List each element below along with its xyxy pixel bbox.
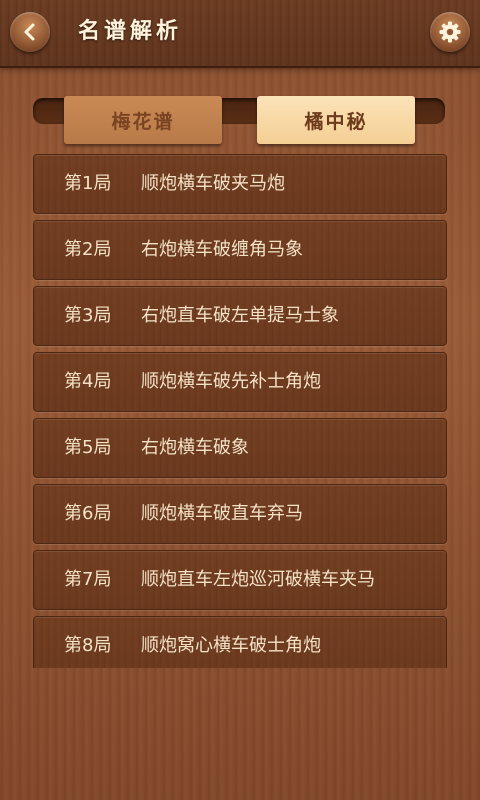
game-name: 顺炮横车破先补士角炮	[141, 371, 321, 392]
game-name: 顺炮横车破夹马炮	[141, 173, 285, 194]
list-item[interactable]: 第8局 顺炮窝心横车破士角炮	[33, 616, 447, 668]
game-number: 第1局	[64, 173, 112, 194]
top-bar: 名谱解析	[0, 0, 480, 66]
game-number: 第6局	[64, 503, 112, 524]
list-item[interactable]: 第3局 右炮直车破左单提马士象	[33, 286, 447, 346]
game-number: 第2局	[64, 239, 112, 260]
game-name: 顺炮横车破直车弃马	[141, 503, 303, 524]
list-item[interactable]: 第4局 顺炮横车破先补士角炮	[33, 352, 447, 412]
game-number: 第5局	[64, 437, 112, 458]
list-item[interactable]: 第1局 顺炮横车破夹马炮	[33, 154, 447, 214]
game-number: 第4局	[64, 371, 112, 392]
game-list[interactable]: 第1局 顺炮横车破夹马炮 第2局 右炮横车破缠角马象 第3局 右炮直车破左单提马…	[33, 154, 447, 668]
page-title: 名谱解析	[78, 19, 183, 44]
back-arrow-icon	[24, 23, 35, 41]
back-button[interactable]	[10, 12, 50, 52]
list-item[interactable]: 第6局 顺炮横车破直车弃马	[33, 484, 447, 544]
tab-meihuapu[interactable]: 梅花谱	[64, 96, 222, 144]
list-item[interactable]: 第2局 右炮横车破缠角马象	[33, 220, 447, 280]
game-name: 顺炮直车左炮巡河破横车夹马	[141, 569, 375, 590]
game-name: 右炮横车破象	[141, 437, 249, 458]
settings-button[interactable]	[430, 12, 470, 52]
gear-icon	[439, 21, 461, 43]
game-number: 第7局	[64, 569, 112, 590]
game-number: 第8局	[64, 635, 112, 656]
game-number: 第3局	[64, 305, 112, 326]
game-name: 右炮横车破缠角马象	[141, 239, 303, 260]
game-name: 右炮直车破左单提马士象	[141, 305, 339, 326]
tab-juzhongmi[interactable]: 橘中秘	[257, 96, 415, 144]
game-name: 顺炮窝心横车破士角炮	[141, 635, 321, 656]
list-item[interactable]: 第5局 右炮横车破象	[33, 418, 447, 478]
list-item[interactable]: 第7局 顺炮直车左炮巡河破横车夹马	[33, 550, 447, 610]
